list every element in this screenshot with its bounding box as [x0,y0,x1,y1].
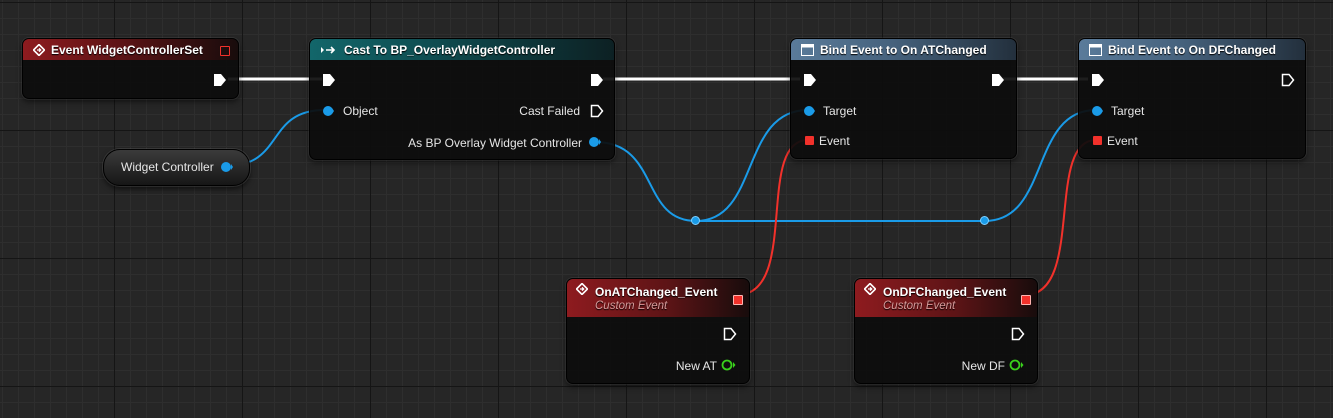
node-header: OnDFChanged_Event Custom Event [855,279,1037,317]
node-subtitle: Custom Event [595,299,668,312]
event-diamond-icon [576,283,588,295]
exec-output-pin[interactable] [991,73,1005,87]
cast-failed-exec-output-pin[interactable] [590,104,604,118]
widget-controller-variable-node[interactable]: Widget Controller [103,149,250,186]
cast-arrow-icon [321,45,336,54]
as-bp-overlay-pin-label: As BP Overlay Widget Controller [408,136,582,150]
object-input-pin[interactable] [322,105,334,117]
event-diamond-icon [864,283,876,295]
float-output-pin[interactable] [1009,359,1025,371]
exec-output-pin[interactable] [590,73,604,87]
function-icon [1089,43,1102,56]
target-pin-label: Target [823,104,857,118]
reroute-node-2[interactable] [980,216,989,225]
node-title: Event WidgetControllerSet [51,42,203,57]
on-at-changed-event-node[interactable]: OnATChanged_Event Custom Event New AT [566,278,750,384]
node-title: Bind Event to On ATChanged [820,42,987,57]
delegate-wire-at [736,139,809,296]
node-title: Cast To BP_OverlayWidgetController [344,42,556,57]
object-output-pin[interactable] [588,136,602,148]
node-subtitle: Custom Event [883,299,956,312]
node-header: OnATChanged_Event Custom Event [567,279,749,317]
exec-output-pin[interactable] [1281,73,1295,87]
event-pin-label: Event [1107,134,1138,148]
delegate-output-pin[interactable] [1021,295,1031,305]
object-pin-label: Object [343,104,378,118]
exec-input-pin[interactable] [803,73,817,87]
bind-event-at-node[interactable]: Bind Event to On ATChanged Target Event [790,38,1017,159]
event-delegate-input-pin[interactable] [805,136,814,145]
event-delegate-input-pin[interactable] [1093,136,1102,145]
new-df-pin-label: New DF [961,359,1005,373]
function-icon [801,43,814,56]
bind-event-df-node[interactable]: Bind Event to On DFChanged Target Event [1078,38,1306,159]
exec-output-pin[interactable] [723,327,737,341]
node-title: OnATChanged_Event [595,284,718,299]
variable-label: Widget Controller [121,160,214,174]
object-output-pin[interactable] [220,161,234,173]
node-title: Bind Event to On DFChanged [1108,42,1276,57]
node-header: Cast To BP_OverlayWidgetController [310,39,614,60]
float-output-pin[interactable] [721,359,737,371]
delegate-output-pin[interactable] [733,295,743,305]
event-diamond-icon [33,43,45,56]
delegate-output-pin[interactable] [220,45,230,56]
on-df-changed-event-node[interactable]: OnDFChanged_Event Custom Event New DF [854,278,1038,384]
exec-output-pin[interactable] [1011,327,1025,341]
cast-failed-pin-label: Cast Failed [519,104,580,118]
node-header: Bind Event to On ATChanged [791,39,1016,60]
event-widget-controller-set-node[interactable]: Event WidgetControllerSet [22,38,239,99]
node-title: OnDFChanged_Event [883,284,1007,299]
event-pin-label: Event [819,134,850,148]
node-header: Event WidgetControllerSet [23,39,238,60]
node-header: Bind Event to On DFChanged [1079,39,1305,60]
target-input-pin[interactable] [1091,105,1103,117]
delegate-wire-df [1024,139,1097,296]
cast-to-node[interactable]: Cast To BP_OverlayWidgetController Objec… [309,38,615,160]
exec-input-pin[interactable] [322,73,336,87]
target-input-pin[interactable] [803,105,815,117]
reroute-node-1[interactable] [691,216,700,225]
exec-input-pin[interactable] [1091,73,1105,87]
target-pin-label: Target [1111,104,1145,118]
exec-output-pin[interactable] [213,73,227,87]
new-at-pin-label: New AT [675,359,717,373]
